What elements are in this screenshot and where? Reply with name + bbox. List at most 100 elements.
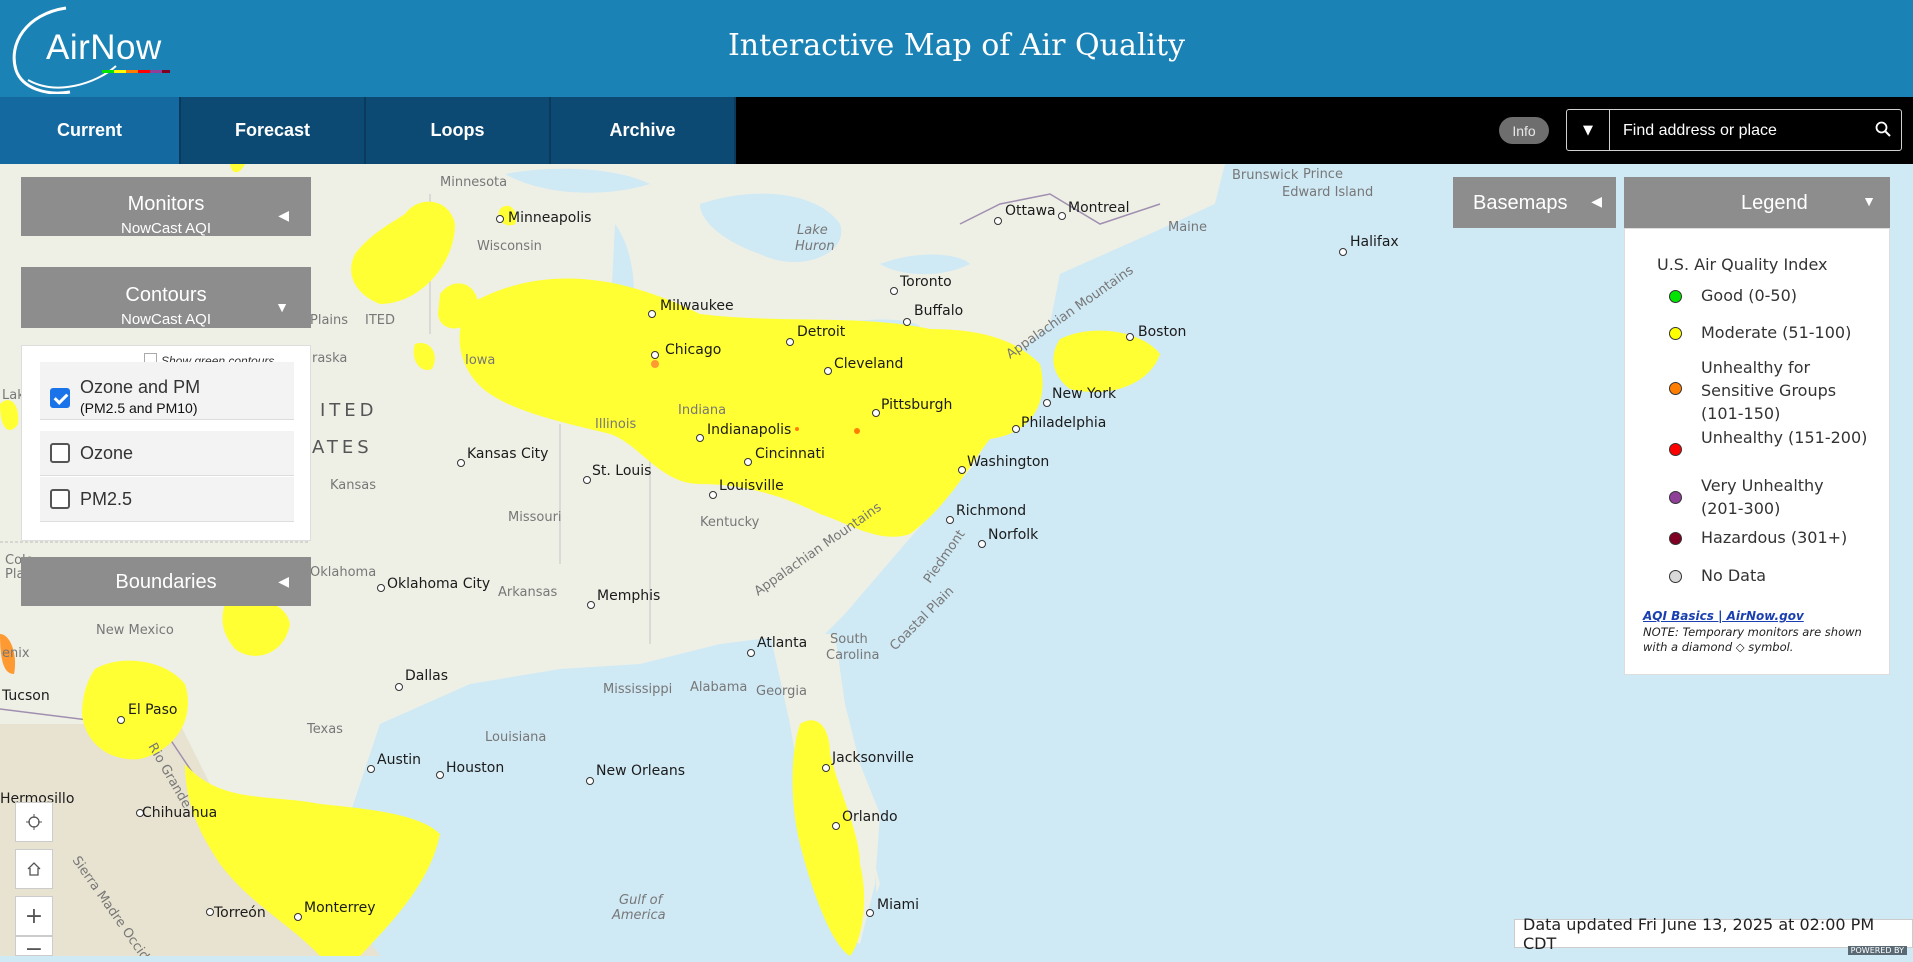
legend-swatch-good bbox=[1669, 290, 1682, 303]
svg-text:Toronto: Toronto bbox=[899, 274, 952, 290]
tab-loops[interactable]: Loops bbox=[366, 97, 551, 164]
collapse-left-icon: ◀ bbox=[278, 207, 289, 223]
option-label: PM2.5 bbox=[80, 489, 133, 509]
tab-forecast[interactable]: Forecast bbox=[181, 97, 366, 164]
legend-swatch-hazardous bbox=[1669, 532, 1682, 545]
legend-panel-header[interactable]: Legend ▼ bbox=[1624, 177, 1890, 228]
map-region-label: Brunswick bbox=[1232, 168, 1299, 183]
map-region-label: Carolina bbox=[826, 648, 880, 663]
map-region-label: Alabama bbox=[690, 680, 747, 695]
svg-text:Cleveland: Cleveland bbox=[834, 356, 903, 372]
legend-title: Legend bbox=[1741, 192, 1808, 214]
map-region-label: Kentucky bbox=[700, 515, 760, 530]
svg-text:Milwaukee: Milwaukee bbox=[660, 298, 734, 314]
map-region-label: Plains bbox=[310, 313, 348, 328]
svg-text:Orlando: Orlando bbox=[842, 809, 898, 825]
svg-text:Monterrey: Monterrey bbox=[304, 900, 375, 916]
svg-text:New York: New York bbox=[1052, 386, 1117, 402]
map-region-label: America bbox=[611, 908, 666, 923]
svg-text:Atlanta: Atlanta bbox=[757, 635, 807, 651]
info-button[interactable]: Info bbox=[1499, 117, 1549, 144]
legend-item-hazardous: Hazardous (301+) bbox=[1701, 528, 1848, 547]
svg-text:Tucson: Tucson bbox=[1, 688, 50, 704]
map-region-label: Lake bbox=[797, 223, 828, 238]
search-icon[interactable] bbox=[1875, 121, 1891, 137]
search-source-dropdown[interactable]: ▼ bbox=[1567, 110, 1610, 150]
ozone-pm-checkbox[interactable] bbox=[50, 388, 70, 408]
map-region-label: Maine bbox=[1168, 220, 1207, 235]
monitors-panel-header[interactable]: Monitors NowCast AQI ◀ bbox=[21, 177, 311, 237]
svg-text:Chihuahua: Chihuahua bbox=[142, 805, 217, 821]
search-input[interactable] bbox=[1621, 118, 1855, 144]
legend-item-no-data: No Data bbox=[1701, 566, 1767, 585]
svg-text:Oklahoma City: Oklahoma City bbox=[387, 576, 490, 592]
svg-text:Cincinnati: Cincinnati bbox=[755, 446, 825, 462]
map-region-label: Indiana bbox=[678, 403, 726, 418]
svg-text:Houston: Houston bbox=[446, 760, 504, 776]
map-region-label: Mississippi bbox=[603, 682, 672, 697]
home-icon bbox=[27, 862, 41, 876]
map-region-label: Prince bbox=[1303, 167, 1343, 182]
monitors-title: Monitors bbox=[127, 193, 205, 215]
contour-option-ozone[interactable]: Ozone bbox=[40, 431, 294, 476]
svg-text:Pittsburgh: Pittsburgh bbox=[881, 397, 952, 413]
svg-text:Montreal: Montreal bbox=[1068, 200, 1130, 216]
svg-text:Kansas City: Kansas City bbox=[467, 446, 548, 462]
svg-text:Boston: Boston bbox=[1138, 324, 1186, 340]
svg-text:El Paso: El Paso bbox=[128, 702, 177, 718]
ozone-checkbox[interactable] bbox=[50, 443, 70, 463]
tab-current[interactable]: Current bbox=[0, 97, 181, 164]
map-region-label: Louisiana bbox=[485, 730, 546, 745]
svg-text:Ottawa: Ottawa bbox=[1005, 203, 1056, 219]
svg-text:Philadelphia: Philadelphia bbox=[1021, 415, 1106, 431]
contours-panel-body: Show green contours Ozone and PM (PM2.5 … bbox=[21, 345, 311, 541]
map-region-label: Edward Island bbox=[1282, 185, 1373, 200]
map-region-label: Iowa bbox=[465, 353, 495, 368]
aqi-basics-link[interactable]: AQI Basics | AirNow.gov bbox=[1643, 609, 1804, 623]
svg-text:Richmond: Richmond bbox=[956, 503, 1026, 519]
data-updated-label: Data updated Fri June 13, 2025 at 02:00 … bbox=[1514, 915, 1913, 953]
map-region-label: ITED bbox=[320, 400, 378, 421]
basemaps-panel-header[interactable]: Basemaps ◀ bbox=[1453, 177, 1616, 228]
svg-text:Buffalo: Buffalo bbox=[914, 303, 963, 319]
map-region-label: Texas bbox=[306, 722, 343, 737]
legend-item-good: Good (0-50) bbox=[1701, 286, 1798, 305]
chevron-down-icon: ▼ bbox=[1862, 193, 1876, 209]
svg-text:Austin: Austin bbox=[377, 752, 421, 768]
legend-item-usg: Unhealthy for Sensitive Groups (101-150) bbox=[1701, 358, 1837, 423]
locate-button[interactable] bbox=[15, 802, 53, 842]
tab-archive[interactable]: Archive bbox=[551, 97, 736, 164]
svg-text:Indianapolis: Indianapolis bbox=[707, 422, 791, 438]
map-region-label: Illinois bbox=[595, 417, 636, 432]
svg-text:Detroit: Detroit bbox=[797, 324, 846, 340]
map-region-label: New Mexico bbox=[96, 623, 174, 638]
legend-item-very-unhealthy: Very Unhealthy (201-300) bbox=[1701, 476, 1824, 518]
svg-text:St. Louis: St. Louis bbox=[592, 463, 651, 479]
svg-text:Miami: Miami bbox=[877, 897, 919, 913]
map-region-label: Georgia bbox=[756, 684, 807, 699]
pm25-checkbox[interactable] bbox=[50, 489, 70, 509]
zoom-in-button[interactable]: + bbox=[15, 896, 53, 936]
legend-swatch-moderate bbox=[1669, 327, 1682, 340]
map-region-label: Missouri bbox=[508, 510, 562, 525]
home-button[interactable] bbox=[15, 849, 53, 889]
svg-text:Torreón: Torreón bbox=[213, 905, 266, 921]
page-title: Interactive Map of Air Quality bbox=[727, 28, 1186, 63]
plus-icon: + bbox=[24, 903, 44, 929]
option-label: Ozone bbox=[80, 443, 134, 463]
svg-text:Washington: Washington bbox=[967, 454, 1049, 470]
boundaries-panel-header[interactable]: Boundaries ◀ bbox=[21, 557, 311, 606]
aqi-index-title: U.S. Air Quality Index bbox=[1657, 255, 1828, 274]
contour-option-pm25[interactable]: PM2.5 bbox=[40, 477, 294, 522]
boundaries-title: Boundaries bbox=[115, 571, 217, 593]
contours-panel-header[interactable]: Contours NowCast AQI ▼ bbox=[21, 267, 311, 328]
header: AirNow Interactive Map of Air Quality bbox=[0, 0, 1913, 97]
svg-text:Jacksonville: Jacksonville bbox=[831, 750, 914, 766]
map-region-label: raska bbox=[312, 351, 347, 366]
legend-item-unhealthy: Unhealthy (151-200) bbox=[1701, 428, 1868, 447]
svg-text:Norfolk: Norfolk bbox=[988, 527, 1039, 543]
collapse-left-icon: ◀ bbox=[1591, 193, 1602, 209]
zoom-out-button[interactable]: − bbox=[15, 936, 53, 962]
option-sublabel: (PM2.5 and PM10) bbox=[80, 400, 198, 416]
contour-option-ozone-pm[interactable]: Ozone and PM (PM2.5 and PM10) bbox=[40, 362, 294, 420]
